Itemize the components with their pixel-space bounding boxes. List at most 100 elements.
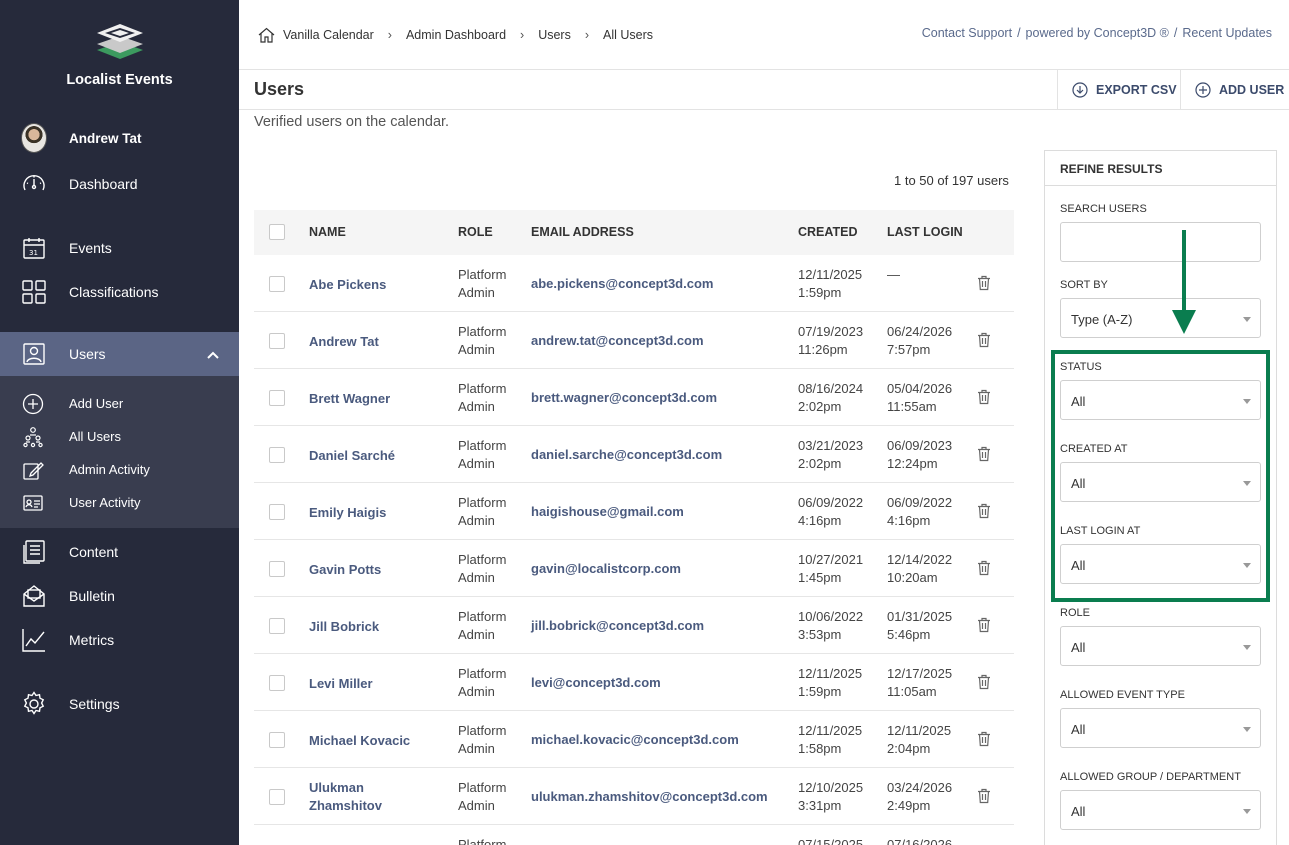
user-name-line: Abe Pickens — [309, 277, 387, 292]
trash-icon[interactable] — [977, 788, 991, 807]
add-user-label: ADD USER — [1219, 83, 1285, 97]
table-row: Andrew Tat Platform Admin andrew.tat@concep… — [254, 312, 1014, 369]
sidebar: Localist Events Andrew Tat Dashboard 31 … — [0, 0, 239, 845]
email-link[interactable]: abe.pickens@concept3d.com — [531, 276, 713, 291]
user-name-link[interactable]: Daniel Sarché — [309, 447, 395, 465]
sidebar-item-dashboard[interactable]: Dashboard — [0, 162, 239, 206]
sidebar-item-settings[interactable]: Settings — [0, 682, 239, 726]
filter-select[interactable]: All — [1060, 708, 1261, 748]
user-name-link[interactable]: Andrew Tat — [309, 333, 379, 351]
row-checkbox[interactable] — [269, 675, 285, 691]
sidebar-item-metrics[interactable]: Metrics — [0, 618, 239, 662]
sidebar-item-admin-activity[interactable]: Admin Activity — [0, 453, 239, 486]
role-line: Admin — [458, 684, 495, 699]
row-checkbox[interactable] — [269, 333, 285, 349]
email-link[interactable]: ulukman.zhamshitov@concept3d.com — [531, 789, 768, 804]
page-title: Users — [254, 79, 305, 99]
sidebar-item-content[interactable]: Content — [0, 530, 239, 574]
recent-updates-link[interactable]: Recent Updates — [1182, 26, 1272, 40]
email-link[interactable]: andrew.tat@concept3d.com — [531, 333, 704, 348]
row-checkbox[interactable] — [269, 276, 285, 292]
user-name-link[interactable]: Abe Pickens — [309, 276, 386, 294]
user-name-link[interactable]: Levi Miller — [309, 675, 373, 693]
brand[interactable]: Localist Events — [0, 22, 239, 88]
filter-value: Type (A-Z) — [1071, 312, 1133, 327]
trash-icon[interactable] — [977, 617, 991, 636]
row-checkbox[interactable] — [269, 504, 285, 520]
table-row: Brett Wagner Platform Admin brett.wagner@co… — [254, 369, 1014, 426]
select-all-checkbox[interactable] — [269, 224, 285, 240]
column-header-created[interactable]: CREATED — [798, 225, 858, 239]
sidebar-label: Events — [69, 240, 112, 256]
trash-icon[interactable] — [977, 560, 991, 579]
last-login-time: 2:49pm — [887, 798, 931, 813]
chevron-up-icon[interactable] — [207, 346, 219, 362]
add-user-button[interactable]: ADD USER — [1180, 70, 1289, 110]
trash-icon[interactable] — [977, 503, 991, 522]
email-link[interactable]: michael.kovacic@concept3d.com — [531, 732, 739, 747]
sidebar-item-classifications[interactable]: Classifications — [0, 270, 239, 314]
last-login-date: 06/09/2023 12:24pm — [887, 437, 952, 473]
user-name-link[interactable]: Ulukman Zhamshitov — [309, 779, 382, 815]
email-link[interactable]: jill.bobrick@concept3d.com — [531, 618, 704, 633]
plus-circle-icon — [1195, 82, 1211, 98]
avatar — [21, 123, 47, 153]
sidebar-item-bulletin[interactable]: Bulletin — [0, 574, 239, 618]
email-link[interactable]: haigishouse@gmail.com — [531, 504, 684, 519]
created-time: 11:26pm — [798, 342, 848, 357]
last-login-time: 4:16pm — [887, 513, 931, 528]
sidebar-item-user-activity[interactable]: User Activity — [0, 486, 239, 519]
row-checkbox[interactable] — [269, 789, 285, 805]
row-checkbox[interactable] — [269, 561, 285, 577]
column-header-role[interactable]: ROLE — [458, 225, 493, 239]
role-line: Platform — [458, 780, 507, 795]
trash-icon[interactable] — [977, 389, 991, 408]
powered-by-link[interactable]: powered by Concept3D ® — [1026, 26, 1169, 40]
created-day: 10/06/2022 — [798, 609, 864, 624]
export-csv-button[interactable]: EXPORT CSV — [1057, 70, 1180, 110]
user-name-link[interactable]: Jill Bobrick — [309, 618, 379, 636]
breadcrumb-item[interactable]: Vanilla Calendar — [283, 28, 374, 42]
user-name-link[interactable]: Brett Wagner — [309, 390, 390, 408]
last-login-date: 12/11/2025 2:04pm — [887, 722, 951, 758]
column-header-last-login[interactable]: LAST LOGIN — [887, 225, 963, 239]
last-login-date: 05/04/2026 11:55am — [887, 380, 952, 416]
email-link[interactable]: brett.wagner@concept3d.com — [531, 390, 717, 405]
sidebar-item-all-users[interactable]: All Users — [0, 420, 239, 453]
last-login-date: 01/31/2025 5:46pm — [887, 608, 952, 644]
trash-icon[interactable] — [977, 275, 991, 294]
trash-icon[interactable] — [977, 332, 991, 351]
column-header-name[interactable]: NAME — [309, 225, 346, 239]
row-checkbox[interactable] — [269, 447, 285, 463]
filter-select[interactable]: All — [1060, 626, 1261, 666]
user-name-link[interactable]: Emily Haigis — [309, 504, 386, 522]
row-checkbox[interactable] — [269, 390, 285, 406]
sidebar-item-add-user[interactable]: Add User — [0, 387, 239, 420]
email-link[interactable]: levi@concept3d.com — [531, 675, 661, 690]
filter-select[interactable]: Type (A-Z) — [1060, 298, 1261, 338]
annotation-highlight-box — [1051, 350, 1270, 602]
breadcrumb-item[interactable]: Admin Dashboard — [406, 28, 506, 42]
contact-support-link[interactable]: Contact Support — [922, 26, 1012, 40]
sidebar-item-events[interactable]: 31 Events — [0, 226, 239, 270]
home-icon[interactable] — [258, 27, 275, 43]
column-header-email[interactable]: EMAIL ADDRESS — [531, 225, 634, 239]
filter-select[interactable]: All — [1060, 790, 1261, 830]
breadcrumb-separator: › — [520, 28, 525, 42]
sidebar-item-users[interactable]: Users — [0, 332, 239, 376]
breadcrumb-item[interactable]: Users — [538, 28, 571, 42]
trash-icon[interactable] — [977, 674, 991, 693]
user-name-link[interactable]: Michael Kovacic — [309, 732, 410, 750]
trash-icon[interactable] — [977, 446, 991, 465]
sidebar-user[interactable]: Andrew Tat — [0, 116, 239, 160]
role-line: Platform — [458, 609, 507, 624]
email-link[interactable]: gavin@localistcorp.com — [531, 561, 681, 576]
row-checkbox[interactable] — [269, 732, 285, 748]
row-checkbox[interactable] — [269, 618, 285, 634]
user-name-line: Brett Wagner — [309, 391, 391, 406]
trash-icon[interactable] — [977, 731, 991, 750]
user-name-link[interactable]: Gavin Potts — [309, 561, 381, 579]
search-users-input[interactable] — [1060, 222, 1261, 262]
last-login-date: 12/14/2022 10:20am — [887, 551, 952, 587]
email-link[interactable]: daniel.sarche@concept3d.com — [531, 447, 722, 462]
